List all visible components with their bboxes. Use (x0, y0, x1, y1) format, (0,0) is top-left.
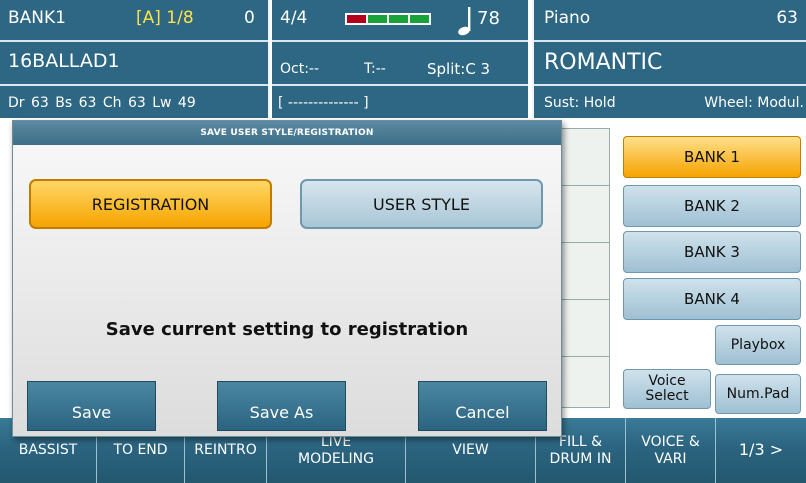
beat-meter (345, 13, 431, 25)
page-next-button[interactable]: 1/3 > (716, 418, 806, 483)
bank-3-button[interactable]: BANK 3 (623, 231, 801, 273)
voice-panel: Piano 63 ROMANTIC Sust: Hold Wheel: Modu… (532, 0, 806, 118)
cancel-button[interactable]: Cancel (418, 381, 547, 431)
playbox-button[interactable]: Playbox (715, 325, 801, 365)
meter-cell (389, 15, 408, 23)
voice-name: ROMANTIC (544, 50, 663, 75)
tab-voice-line2: VARI (654, 450, 687, 467)
bank-1-button[interactable]: BANK 1 (623, 136, 801, 178)
octave-label: Oct:-- (280, 61, 320, 77)
counter-label: 0 (244, 8, 255, 28)
meter-cell (368, 15, 387, 23)
registration-slot[interactable] (560, 242, 610, 300)
bank-2-button[interactable]: BANK 2 (623, 185, 801, 227)
registration-button[interactable]: REGISTRATION (29, 179, 272, 229)
registration-slot[interactable] (560, 128, 610, 186)
wheel-label: Wheel: Modul. (704, 95, 804, 111)
tempo-panel: 4/4 78 Oct:-- T:-- Split:C 3 [ ---------… (272, 0, 528, 118)
tab-voice-line1: VOICE & (641, 434, 700, 451)
save-button[interactable]: Save (27, 381, 156, 431)
sustain-label: Sust: Hold (544, 95, 616, 111)
voice-select-line2: Select (645, 388, 689, 404)
bank-4-button[interactable]: BANK 4 (623, 278, 801, 320)
tab-live-line2: MODELING (298, 450, 374, 467)
tab-fill-line2: DRUM IN (549, 450, 612, 467)
tab-fill-line1: FILL & (558, 434, 603, 451)
style-name: 16BALLAD1 (8, 50, 120, 72)
voice-select-line1: Voice (648, 373, 686, 390)
user-style-button[interactable]: USER STYLE (300, 179, 543, 229)
lyrics-field: [ -------------- ] (278, 95, 369, 111)
num-pad-button[interactable]: Num.Pad (715, 374, 801, 414)
save-dialog: SAVE USER STYLE/REGISTRATION REGISTRATIO… (12, 120, 562, 437)
volume-levels: Dr 63 Bs 63 Ch 63 Lw 49 (8, 95, 196, 111)
meter-cell (347, 15, 366, 23)
registration-slot[interactable] (560, 356, 610, 408)
meter-cell (410, 15, 429, 23)
instrument-number: 63 (776, 8, 798, 28)
tab-voice-vari[interactable]: VOICE & VARI (626, 418, 716, 483)
style-info-panel: BANK1 [A] 1/8 0 16BALLAD1 Dr 63 Bs 63 Ch… (0, 0, 270, 118)
transpose-label: T:-- (364, 61, 386, 77)
registration-slot[interactable] (560, 185, 610, 243)
time-signature: 4/4 (280, 8, 308, 28)
registration-slot[interactable] (560, 299, 610, 357)
dialog-title: SAVE USER STYLE/REGISTRATION (13, 121, 561, 145)
variation-label: [A] 1/8 (136, 8, 194, 28)
tempo-value: 78 (477, 8, 500, 29)
quarter-note-icon (458, 7, 471, 36)
save-as-button[interactable]: Save As (217, 381, 346, 431)
voice-select-button[interactable]: Voice Select (623, 369, 711, 409)
dialog-message: Save current setting to registration (105, 319, 469, 340)
split-label: Split:C 3 (427, 60, 491, 78)
dialog-body: REGISTRATION USER STYLE Save current set… (13, 145, 561, 436)
bank-label: BANK1 (8, 8, 66, 28)
instrument-name: Piano (544, 8, 591, 28)
